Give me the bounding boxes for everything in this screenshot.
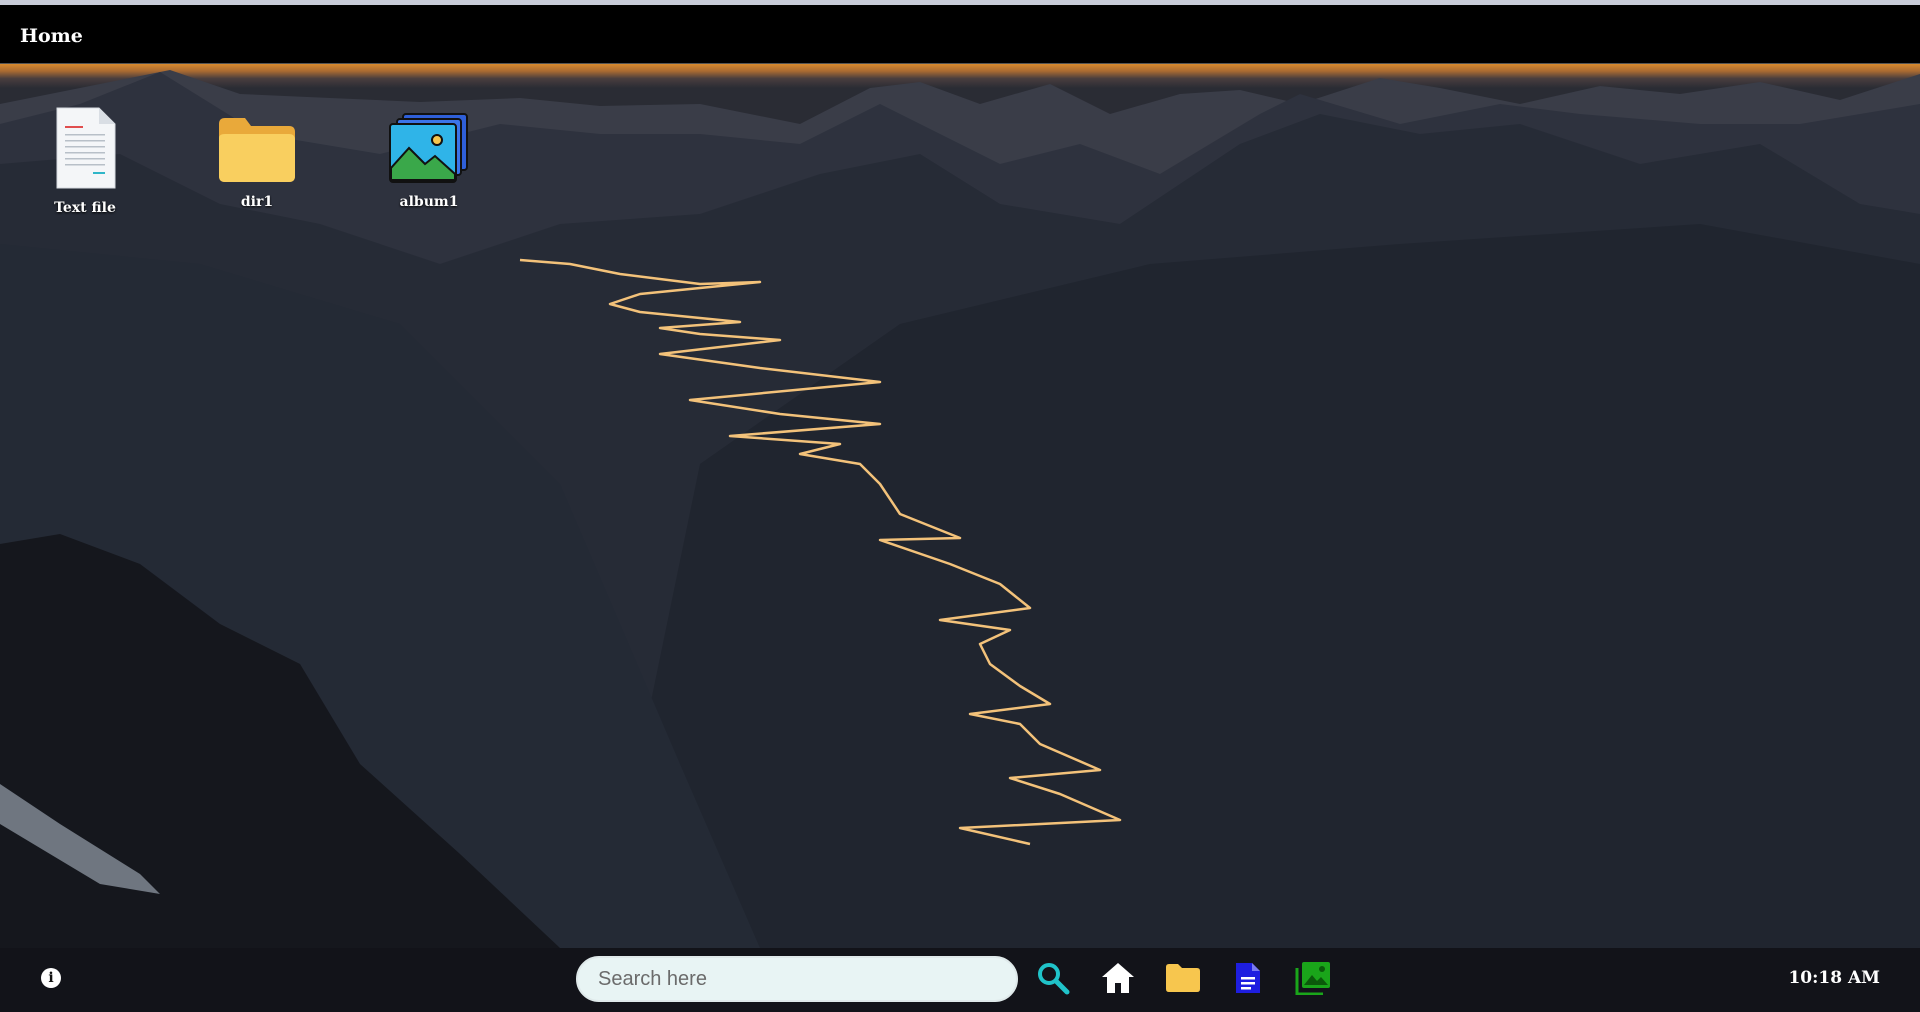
taskbar: i 10:18 AM xyxy=(0,948,1920,1012)
title-bar: Home xyxy=(0,5,1920,64)
clock: 10:18 AM xyxy=(1788,968,1880,988)
info-icon[interactable]: i xyxy=(41,968,61,988)
text-file-icon xyxy=(56,107,116,189)
window-title: Home xyxy=(20,25,83,47)
desktop-icon-label: dir1 xyxy=(240,194,274,210)
folder-icon[interactable] xyxy=(1163,958,1203,998)
album-icon xyxy=(389,113,468,183)
desktop-icon-label: Text file xyxy=(54,200,116,216)
desktop-icon-dir1[interactable]: dir1 xyxy=(197,114,317,210)
search-input[interactable] xyxy=(576,956,1018,1002)
folder-icon xyxy=(219,118,295,182)
desktop[interactable]: Text file dir1 album1 xyxy=(0,64,1920,948)
desktop-icon-text-file[interactable]: Text file xyxy=(25,106,145,216)
document-icon[interactable] xyxy=(1228,958,1268,998)
desktop-icon-label: album1 xyxy=(399,194,459,210)
gallery-icon[interactable] xyxy=(1293,958,1333,998)
home-icon[interactable] xyxy=(1098,958,1138,998)
desktop-icon-album1[interactable]: album1 xyxy=(369,112,489,210)
search-icon[interactable] xyxy=(1033,958,1073,998)
